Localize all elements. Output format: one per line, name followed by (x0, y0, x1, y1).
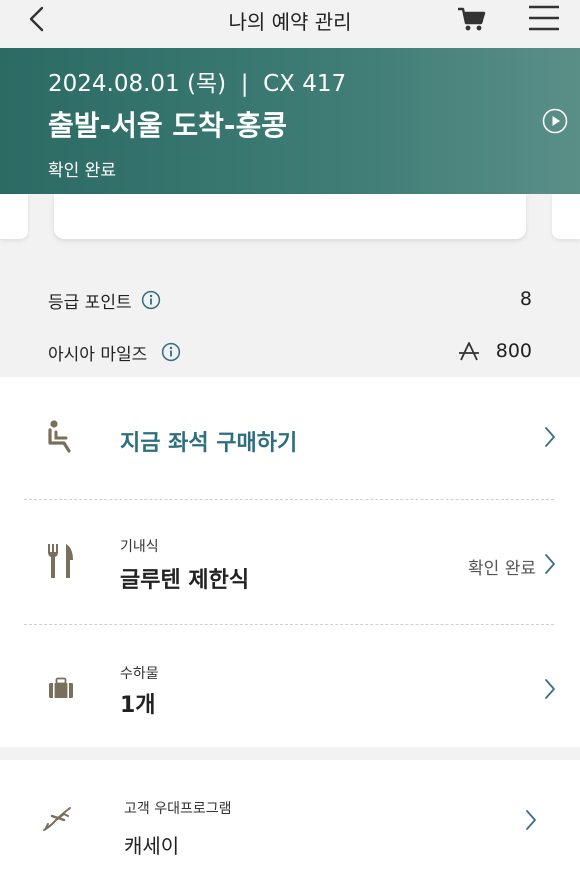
buy-seat-label: 지금 좌석 구매하기 (120, 431, 298, 456)
meal-row[interactable]: 기내식 글루텐 제한식 확인 완료 (0, 500, 580, 624)
cart-icon[interactable] (456, 4, 488, 34)
chevron-right-icon (545, 679, 555, 699)
asia-miles-icon (459, 342, 479, 361)
fork-knife-icon (48, 544, 73, 578)
asia-miles-label: 아시아 마일즈 (48, 345, 148, 365)
services-section: 지금 좌석 구매하기 기내식 글루텐 제한식 확인 완료 수하물 1개 (0, 377, 580, 747)
flight-route: 출발-서울 도착-홍콩 (48, 109, 288, 142)
meal-status: 확인 완료 (468, 559, 536, 579)
hamburger-menu-icon[interactable] (526, 2, 562, 34)
baggage-value: 1개 (120, 693, 156, 718)
loyalty-row[interactable]: 고객 우대프로그램 캐세이 (0, 760, 580, 870)
loyalty-value: 캐세이 (124, 834, 180, 858)
card-peek-right[interactable] (552, 194, 580, 239)
info-icon[interactable] (141, 290, 161, 310)
booking-status: 확인 완료 (48, 161, 116, 181)
seat-row[interactable]: 지금 좌석 구매하기 (0, 377, 580, 499)
loyalty-category: 고객 우대프로그램 (124, 801, 232, 817)
chevron-right-icon (545, 427, 555, 447)
tier-points-value: 8 (519, 288, 532, 310)
baggage-row[interactable]: 수하물 1개 (0, 625, 580, 747)
airplane-icon (43, 807, 71, 831)
meal-category: 기내식 (120, 539, 159, 555)
top-bar: 나의 예약 관리 (0, 0, 580, 48)
card-peek-left[interactable] (0, 194, 28, 239)
chevron-right-icon (545, 554, 555, 574)
play-circle-icon[interactable] (542, 108, 568, 134)
boarding-card[interactable] (54, 194, 526, 239)
tier-points-label: 등급 포인트 (48, 293, 132, 313)
meal-value: 글루텐 제한식 (120, 568, 250, 593)
flight-summary: 2024.08.01 (목) | CX 417 (48, 71, 347, 97)
page-title: 나의 예약 관리 (228, 10, 352, 34)
info-icon[interactable] (161, 342, 181, 362)
baggage-icon (49, 677, 73, 698)
flight-banner[interactable]: 2024.08.01 (목) | CX 417 출발-서울 도착-홍콩 확인 완… (0, 48, 580, 194)
chevron-right-icon (526, 810, 536, 830)
baggage-category: 수하물 (120, 666, 159, 682)
seat-icon (48, 420, 71, 453)
loyalty-section: 고객 우대프로그램 캐세이 (0, 760, 580, 870)
asia-miles-value: 800 (495, 340, 532, 362)
